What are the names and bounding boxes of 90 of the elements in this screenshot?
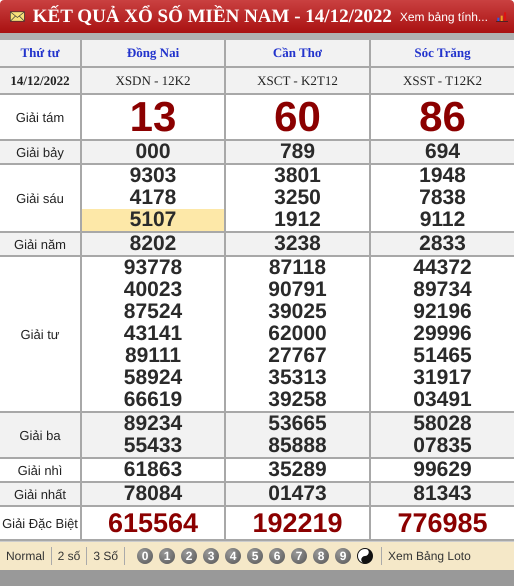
digit-ball[interactable]: 7 [291,548,308,564]
digit-ball[interactable]: 2 [181,548,198,564]
prize-number: 58028 [412,413,473,435]
draw-date: 14/12/2022 [0,68,82,95]
prize-number: 01473 [267,483,328,505]
prize-number: 3250 [273,187,322,209]
prize-number: 4178 [128,187,178,209]
mode-link[interactable]: Normal [0,547,52,565]
column-header: Thứ tư [0,40,82,68]
prize-number: 81343 [412,483,473,505]
prize-number: 61863 [122,459,184,481]
prize-label: Giải tư [19,326,61,342]
draw-code: XSCT - K2T12 [226,68,371,95]
digit-ball[interactable]: 9 [335,548,352,564]
prize-number: 9303 [128,165,178,187]
prize-number: 93778 [122,257,184,279]
prize-label: Giải nhì [16,462,64,478]
prize-number: 89234 [122,413,184,435]
prize-number: 89734 [412,279,473,301]
prize-label: Giải Đặc Biệt [1,516,79,530]
prize-number: 39025 [267,301,328,323]
prize-number: 87118 [268,257,328,279]
prize-number: 40023 [122,279,184,301]
prize-number: 07835 [412,435,473,457]
prize-number: 90791 [267,279,328,301]
prize-number: 43141 [122,323,184,345]
prize-number: 35313 [267,367,328,389]
prize-number: 66619 [122,389,184,411]
spreadsheet-link[interactable]: Xem bảng tính... [400,10,488,24]
prize-number: 03491 [412,389,473,411]
prize-label: Giải ba [18,428,62,442]
prize-number: 55433 [122,435,184,457]
prize-number: 7838 [418,187,467,209]
digit-ball[interactable]: 4 [225,548,242,564]
column-header: Đồng Nai [82,40,226,68]
draw-code: XSDN - 12K2 [82,68,226,95]
prize-number: 9112 [418,209,466,231]
prize-number: 3238 [273,233,322,255]
prize-number: 776985 [396,507,489,539]
prize-number: 85888 [267,435,328,457]
draw-code: XSST - T12K2 [371,68,514,95]
prize-label: Giải sáu [15,190,65,206]
prize-label: Giải bảy [15,144,65,160]
prize-number: 44372 [412,257,473,279]
prize-number: 31917 [412,367,473,389]
prize-number: 615564 [106,507,200,539]
prize-number: 13 [128,95,178,139]
prize-number: 000 [134,141,172,163]
prize-number: 51465 [412,345,473,367]
prize-label: Giải nhất [12,486,68,502]
mode-link[interactable]: 2 số [52,547,88,565]
prize-number: 5107 [82,209,224,231]
prize-number: 29996 [412,323,473,345]
prize-number: 53665 [267,413,328,435]
digit-ball[interactable]: 3 [203,548,220,564]
yin-yang-icon[interactable] [357,548,374,564]
digit-ball[interactable]: 8 [313,548,330,564]
prize-number: 27767 [267,345,328,367]
prize-number: 3801 [273,165,322,187]
prize-number: 99629 [412,459,473,481]
prize-number: 694 [424,141,462,163]
prize-number: 8202 [128,233,178,255]
prize-number: 39258 [267,389,328,411]
prize-number: 1912 [273,209,322,231]
mode-link[interactable]: 3 Số [87,547,126,565]
prize-label: Giải năm [12,236,68,252]
prize-number: 58924 [122,367,184,389]
prize-number: 89111 [124,345,182,367]
digit-ball[interactable]: 6 [269,548,286,564]
prize-number: 35289 [267,459,328,481]
digit-ball[interactable]: 0 [137,548,154,564]
prize-number: 789 [278,141,316,163]
envelope-icon [10,9,25,24]
prize-number: 1948 [418,165,467,187]
prize-number: 78084 [122,483,184,505]
column-header: Sóc Trăng [371,40,514,68]
prize-number: 60 [273,95,322,139]
prize-number: 86 [418,95,467,139]
prize-label: Giải tám [14,110,66,124]
digit-ball[interactable]: 1 [159,548,176,564]
prize-number: 2833 [418,233,467,255]
prize-number: 87524 [122,301,184,323]
bar-chart-icon[interactable] [496,10,508,24]
digit-ball[interactable]: 5 [247,548,264,564]
column-header: Cần Thơ [226,40,371,68]
page-title: KẾT QUẢ XỔ SỐ MIỀN NAM - 14/12/2022 [32,6,392,28]
prize-number: 192219 [251,507,344,539]
loto-table-link[interactable]: Xem Bảng Loto [382,549,471,563]
prize-number: 62000 [267,323,328,345]
prize-number: 92196 [412,301,473,323]
